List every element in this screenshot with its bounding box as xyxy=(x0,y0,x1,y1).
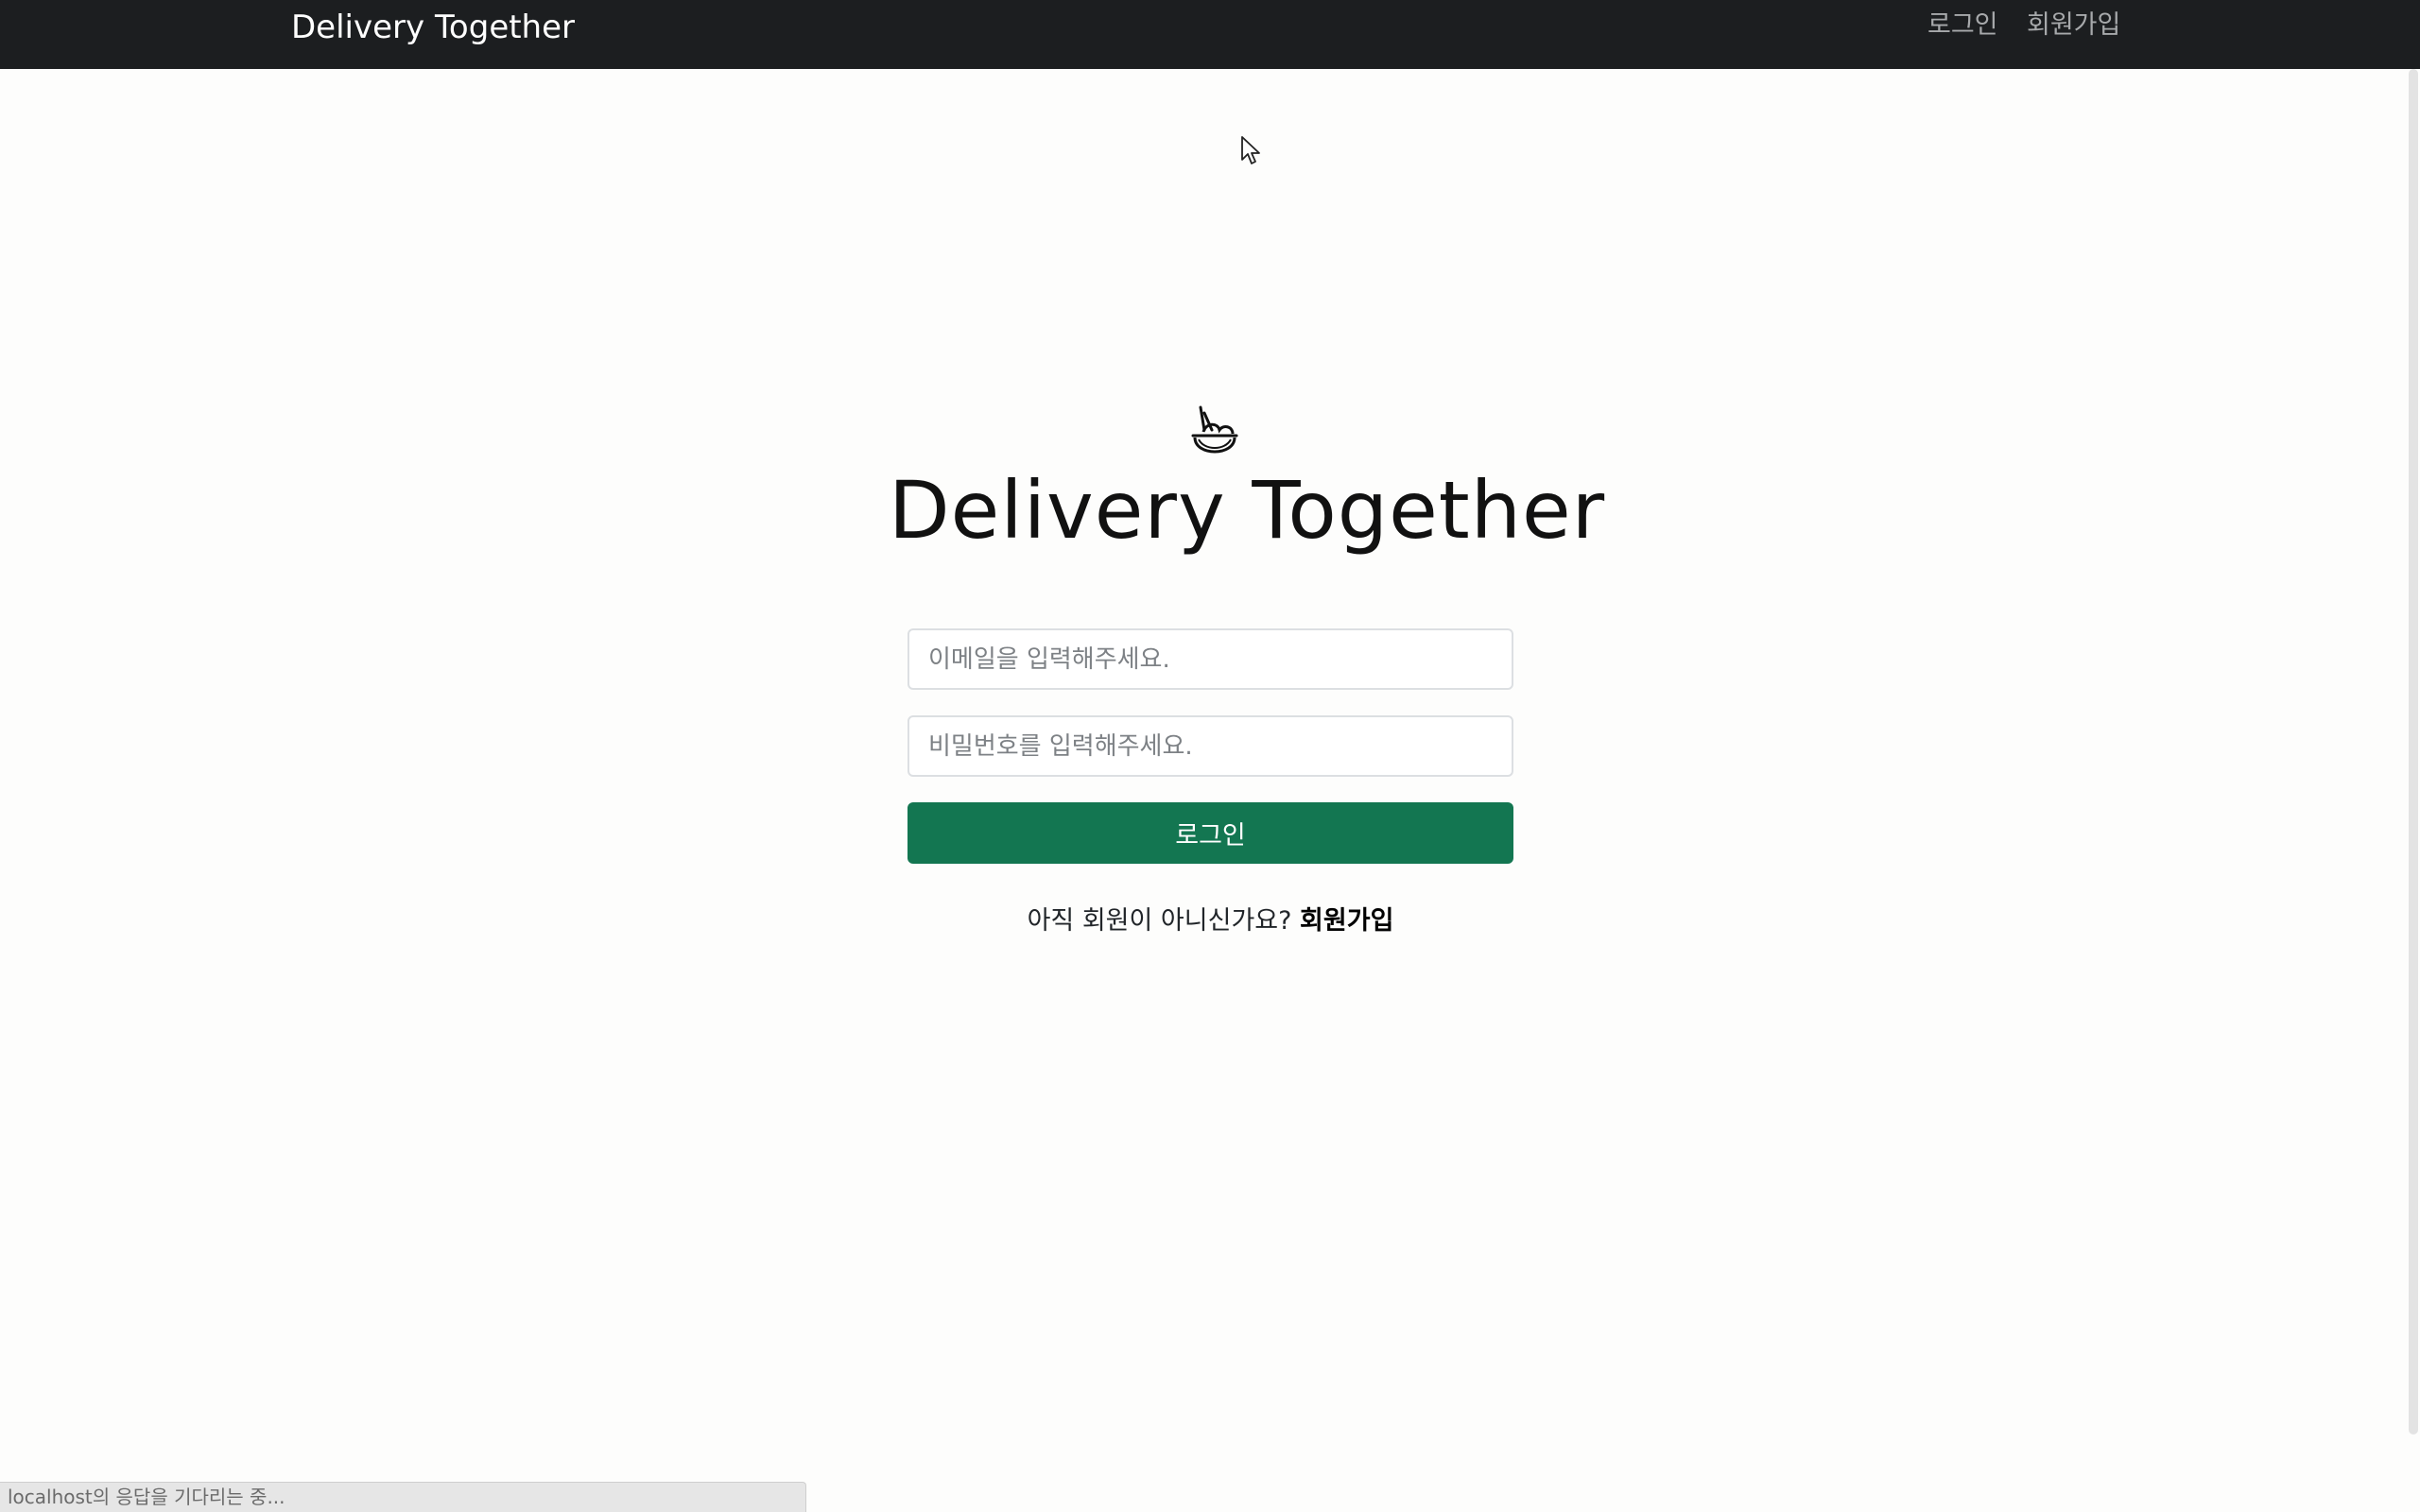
signup-prompt-text: 아직 회원이 아니신가요? xyxy=(1027,906,1301,936)
nav-signup-link[interactable]: 회원가입 xyxy=(2027,8,2120,43)
password-field[interactable] xyxy=(908,715,1513,777)
login-button[interactable]: 로그인 xyxy=(908,802,1513,864)
signup-link[interactable]: 회원가입 xyxy=(1300,906,1393,936)
nav-login-link[interactable]: 로그인 xyxy=(1927,8,1998,43)
navbar-brand[interactable]: Delivery Together xyxy=(291,8,575,47)
login-form: 로그인 xyxy=(908,628,1513,864)
signup-prompt-line: 아직 회원이 아니신가요? 회원가입 xyxy=(908,902,1513,940)
top-navbar: Delivery Together 로그인 회원가입 xyxy=(0,0,2420,69)
logo-text: Delivery Together xyxy=(889,464,1606,557)
vertical-scrollbar[interactable] xyxy=(2409,69,2418,1435)
email-field[interactable] xyxy=(908,628,1513,690)
mouse-pointer-icon xyxy=(1241,136,1260,164)
browser-status-bar: localhost의 응답을 기다리는 중... xyxy=(0,1482,806,1512)
logo: Delivery Together xyxy=(889,402,1606,572)
